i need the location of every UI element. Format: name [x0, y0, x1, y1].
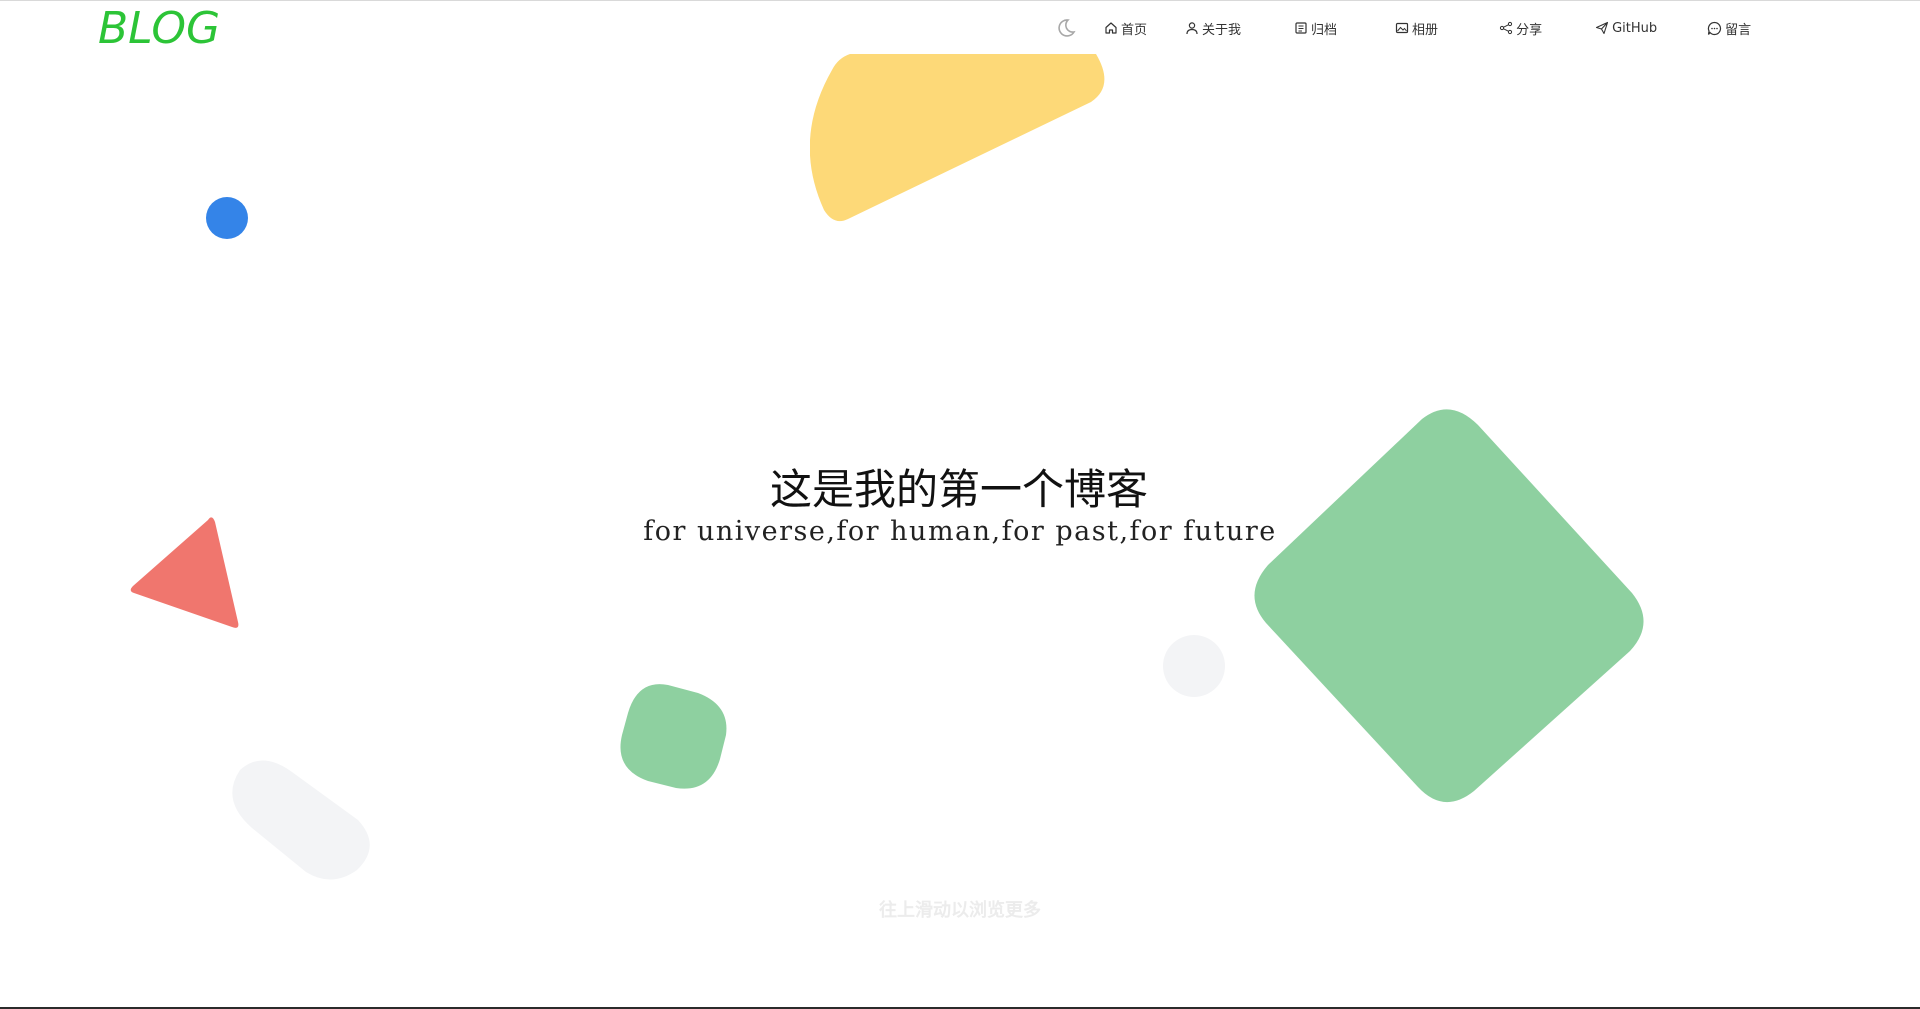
- moon-icon: [1058, 19, 1076, 37]
- hero-title-text: 这是我的第一个博客: [769, 465, 1148, 514]
- nav-item-label: GitHub: [1612, 20, 1658, 36]
- decorative-green-small: [620, 684, 727, 789]
- nav-item-label: 归档: [1311, 22, 1338, 38]
- decorative-blue-dot: [206, 197, 248, 239]
- decorative-gray-pill: [232, 760, 370, 880]
- site-logo[interactable]: BLOG: [98, 3, 220, 55]
- hero-title: 这是我的第一个博客: [0, 460, 1920, 520]
- nav-item-label: 首页: [1121, 22, 1148, 38]
- nav-item-home[interactable]: 首页: [1103, 17, 1147, 39]
- main-nav: 首页 关于我 归档 相册 分享 GitHub 留言: [1055, 17, 1751, 39]
- share-icon: [1498, 21, 1513, 36]
- home-icon: [1103, 21, 1118, 36]
- decorative-yellow-shape: [810, 54, 1105, 222]
- nav-item-label: 分享: [1516, 22, 1543, 38]
- page: BLOG 首页 关于我 归档 相册 分享 GitHub 留言 这是我的第一个博客…: [0, 0, 1920, 1009]
- nav-item-github[interactable]: GitHub: [1594, 17, 1657, 39]
- nav-item-label: 关于我: [1202, 22, 1242, 38]
- site-header: BLOG 首页 关于我 归档 相册 分享 GitHub 留言: [0, 1, 1920, 54]
- nav-item-label: 相册: [1412, 22, 1439, 38]
- nav-item-share[interactable]: 分享: [1498, 17, 1542, 39]
- chat-icon: [1707, 21, 1722, 36]
- nav-item-about[interactable]: 关于我: [1184, 17, 1241, 39]
- send-icon: [1594, 21, 1609, 36]
- archive-icon: [1293, 21, 1308, 36]
- scroll-hint: 往上滑动以浏览更多: [879, 900, 1041, 921]
- hero-subtitle: for universe,for human,for past,for futu…: [643, 516, 1277, 547]
- decorative-gray-circle: [1163, 635, 1225, 697]
- nav-item-archive[interactable]: 归档: [1293, 17, 1337, 39]
- theme-toggle-button[interactable]: [1055, 17, 1077, 39]
- image-icon: [1394, 21, 1409, 36]
- nav-item-guestbook[interactable]: 留言: [1707, 17, 1751, 39]
- nav-item-label: 留言: [1725, 22, 1752, 38]
- nav-item-album[interactable]: 相册: [1394, 17, 1438, 39]
- user-icon: [1184, 21, 1199, 36]
